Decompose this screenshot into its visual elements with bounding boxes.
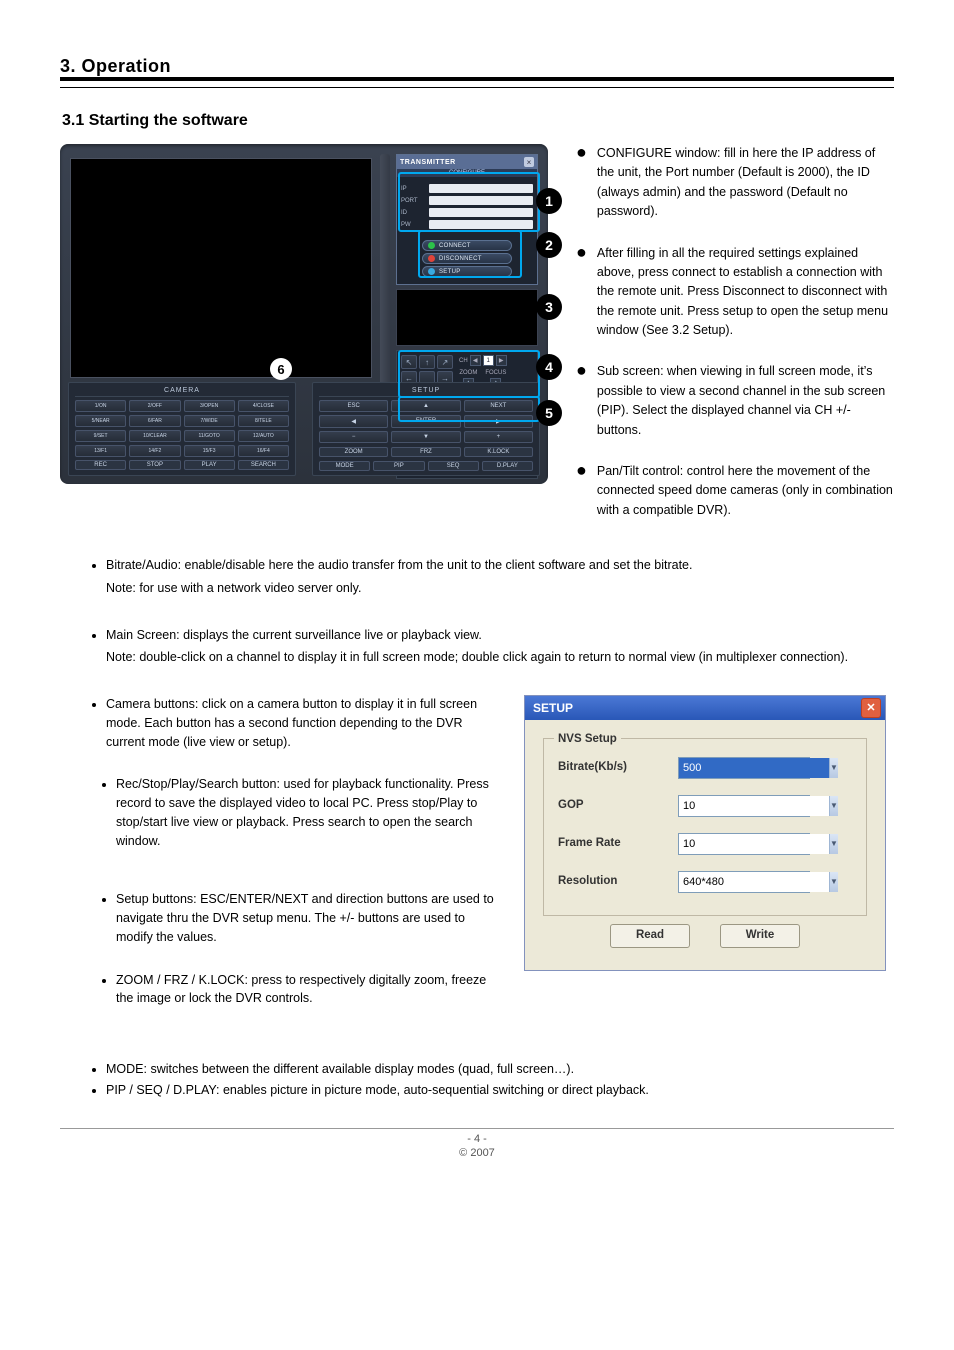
gop-combo[interactable]: ▼ xyxy=(678,795,810,817)
resolution-input[interactable] xyxy=(679,872,829,892)
down-button[interactable]: ▼ xyxy=(391,431,460,443)
list-item-line: ZOOM / FRZ / K.LOCK: press to respective… xyxy=(116,973,486,1006)
callout-box-4 xyxy=(398,350,540,398)
read-button[interactable]: Read xyxy=(610,924,690,948)
header-rule-thick xyxy=(60,77,894,81)
close-icon[interactable]: ✕ xyxy=(861,698,881,718)
cam-key[interactable]: 7/WIDE xyxy=(184,415,235,427)
resolution-label: Resolution xyxy=(558,873,678,890)
chevron-down-icon[interactable]: ▼ xyxy=(829,834,838,854)
note-text: After filling in all the required settin… xyxy=(597,244,894,341)
copyright: © 2007 xyxy=(60,1147,894,1159)
note-text: Sub screen: when viewing in full screen … xyxy=(597,362,894,440)
cam-key[interactable]: 1/ON xyxy=(75,400,126,412)
callout-badge-2: 2 xyxy=(536,232,562,258)
cam-key[interactable]: 14/F2 xyxy=(129,445,180,457)
list-item-line: Main Screen: displays the current survei… xyxy=(106,628,482,642)
stop-button[interactable]: STOP xyxy=(129,460,180,470)
seq-button[interactable]: SEQ xyxy=(428,461,479,471)
cam-key[interactable]: 2/OFF xyxy=(129,400,180,412)
cam-key[interactable]: 8/TELE xyxy=(238,415,289,427)
list-item-line: MODE: switches between the different ava… xyxy=(106,1062,574,1076)
cam-key[interactable]: 16/F4 xyxy=(238,445,289,457)
bitrate-input[interactable] xyxy=(679,758,829,778)
chevron-down-icon[interactable]: ▼ xyxy=(829,796,838,816)
rec-button[interactable]: REC xyxy=(75,460,126,470)
cam-key[interactable]: 9/SET xyxy=(75,430,126,442)
cam-key[interactable]: 12/AUTO xyxy=(238,430,289,442)
zoom-button[interactable]: ZOOM xyxy=(319,447,388,457)
klock-button[interactable]: K.LOCK xyxy=(464,447,533,457)
bullet-icon: ● xyxy=(576,461,587,519)
left-button[interactable]: ◀ xyxy=(319,415,388,428)
callout-box-1 xyxy=(398,172,540,232)
frame-rate-input[interactable] xyxy=(679,834,829,854)
list-item-line: Note: double-click on a channel to displ… xyxy=(106,648,886,667)
list-item-line: Bitrate/Audio: enable/disable here the a… xyxy=(106,558,692,572)
minus-button[interactable]: − xyxy=(319,431,388,443)
note-text: Pan/Tilt control: control here the movem… xyxy=(597,462,894,520)
transmitter-title: TRANSMITTER xyxy=(400,159,456,166)
callout-box-5 xyxy=(398,396,540,422)
close-icon[interactable]: × xyxy=(524,157,534,167)
frame-rate-combo[interactable]: ▼ xyxy=(678,833,810,855)
callout-box-2 xyxy=(418,230,522,278)
bitrate-combo[interactable]: ▼ xyxy=(678,757,810,779)
page-number: - 4 - xyxy=(60,1133,894,1145)
cam-key[interactable]: 5/NEAR xyxy=(75,415,126,427)
list-item-line: Camera buttons: click on a camera button… xyxy=(106,697,477,749)
cam-key[interactable]: 3/OPEN xyxy=(184,400,235,412)
note-text: CONFIGURE window: fill in here the IP ad… xyxy=(597,144,894,222)
bullet-icon: ● xyxy=(576,143,587,221)
camera-panel: CAMERA 1/ON 2/OFF 3/OPEN 4/CLOSE 5/NEAR … xyxy=(68,382,296,476)
sub-screen xyxy=(396,289,538,346)
list-item-line: PIP / SEQ / D.PLAY: enables picture in p… xyxy=(106,1083,649,1097)
dialog-title: SETUP xyxy=(533,699,573,717)
callout-badge-5: 5 xyxy=(536,400,562,426)
main-screen xyxy=(70,158,372,378)
breadcrumb: 3. Operation xyxy=(60,56,894,77)
callout-badge-6: 6 xyxy=(270,358,292,380)
section-title: 3.1 Starting the software xyxy=(62,112,894,130)
gop-label: GOP xyxy=(558,797,678,814)
header-rule-thin xyxy=(60,87,894,88)
cam-key[interactable]: 13/F1 xyxy=(75,445,126,457)
chevron-down-icon[interactable]: ▼ xyxy=(829,758,838,778)
cam-key[interactable]: 4/CLOSE xyxy=(238,400,289,412)
bullet-icon: ● xyxy=(576,243,587,340)
frz-button[interactable]: FRZ xyxy=(391,447,460,457)
cam-key[interactable]: 15/F3 xyxy=(184,445,235,457)
cam-key[interactable]: 6/FAR xyxy=(129,415,180,427)
bitrate-label: Bitrate(Kb/s) xyxy=(558,759,678,776)
chevron-down-icon[interactable]: ▼ xyxy=(829,872,838,892)
footer: - 4 - © 2007 xyxy=(60,1128,894,1159)
frame-rate-label: Frame Rate xyxy=(558,835,678,852)
write-button[interactable]: Write xyxy=(720,924,800,948)
callout-badge-1: 1 xyxy=(536,188,562,214)
dvr-screenshot: 6 TRANSMITTER × CONFIGURE IP PORT xyxy=(60,144,548,484)
setup-dialog: SETUP ✕ NVS Setup Bitrate(Kb/s) ▼ xyxy=(524,695,886,971)
list-item-line: Setup buttons: ESC/ENTER/NEXT and direct… xyxy=(116,892,494,944)
callout-badge-3: 3 xyxy=(536,294,562,320)
plus-button[interactable]: + xyxy=(464,431,533,443)
mode-button[interactable]: MODE xyxy=(319,461,370,471)
esc-button[interactable]: ESC xyxy=(319,400,388,412)
groupbox-legend: NVS Setup xyxy=(554,731,621,748)
play-button[interactable]: PLAY xyxy=(184,460,235,470)
search-button[interactable]: SEARCH xyxy=(238,460,289,470)
body-list: Bitrate/Audio: enable/disable here the a… xyxy=(106,556,894,1100)
list-item-line: Rec/Stop/Play/Search button: used for pl… xyxy=(116,777,489,847)
resolution-combo[interactable]: ▼ xyxy=(678,871,810,893)
gop-input[interactable] xyxy=(679,796,829,816)
callout-badge-4: 4 xyxy=(536,354,562,380)
camera-title: CAMERA xyxy=(75,387,289,397)
pip-button[interactable]: PIP xyxy=(373,461,424,471)
dplay-button[interactable]: D.PLAY xyxy=(482,461,533,471)
cam-key[interactable]: 11/GOTO xyxy=(184,430,235,442)
cam-key[interactable]: 10/CLEAR xyxy=(129,430,180,442)
list-item-line: Note: for use with a network video serve… xyxy=(106,579,886,598)
bullet-icon: ● xyxy=(576,361,587,439)
